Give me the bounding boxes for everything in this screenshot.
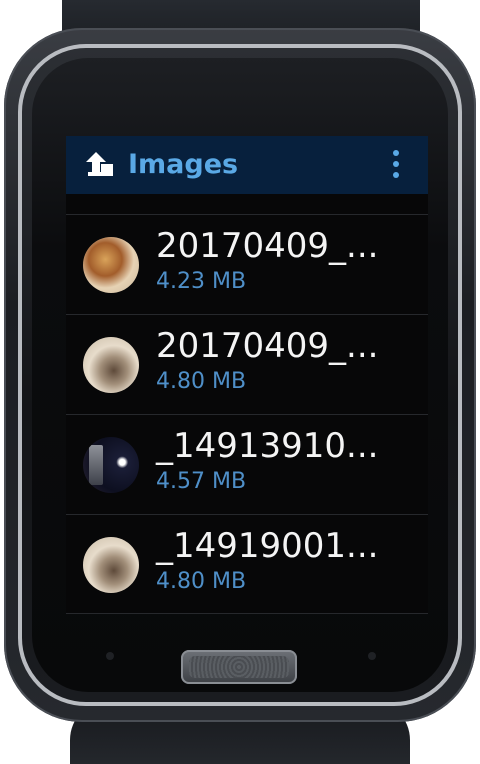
up-arrow-folder-icon[interactable] — [84, 150, 114, 178]
file-list: 20170409_... 4.23 MB 20170409_... 4.80 M… — [66, 214, 428, 614]
home-button-texture — [189, 656, 289, 678]
image-thumbnail — [83, 537, 139, 593]
page-title: Images — [128, 149, 239, 180]
watch-screen: Images 20170409_... 4.23 MB 20170409_...… — [66, 136, 428, 614]
home-button[interactable] — [181, 650, 297, 684]
file-size: 4.80 MB — [156, 369, 247, 394]
image-thumbnail — [83, 437, 139, 493]
app-bar: Images — [66, 136, 428, 194]
file-name: 20170409_... — [156, 226, 379, 266]
file-size: 4.80 MB — [156, 569, 247, 594]
file-name: 20170409_... — [156, 326, 379, 366]
file-name: _14913910... — [156, 426, 379, 466]
image-thumbnail — [83, 237, 139, 293]
file-size: 4.57 MB — [156, 469, 247, 494]
list-item[interactable]: _14913910... 4.57 MB — [66, 414, 428, 514]
sensor-dot — [368, 652, 376, 660]
file-size: 4.23 MB — [156, 269, 247, 294]
file-name: _14919001... — [156, 526, 379, 566]
overflow-menu-icon[interactable] — [392, 150, 400, 180]
list-item[interactable]: 20170409_... 4.80 MB — [66, 314, 428, 414]
sensor-dot — [106, 652, 114, 660]
image-thumbnail — [83, 337, 139, 393]
list-item[interactable]: _14919001... 4.80 MB — [66, 514, 428, 614]
list-item[interactable]: 20170409_... 4.23 MB — [66, 214, 428, 314]
